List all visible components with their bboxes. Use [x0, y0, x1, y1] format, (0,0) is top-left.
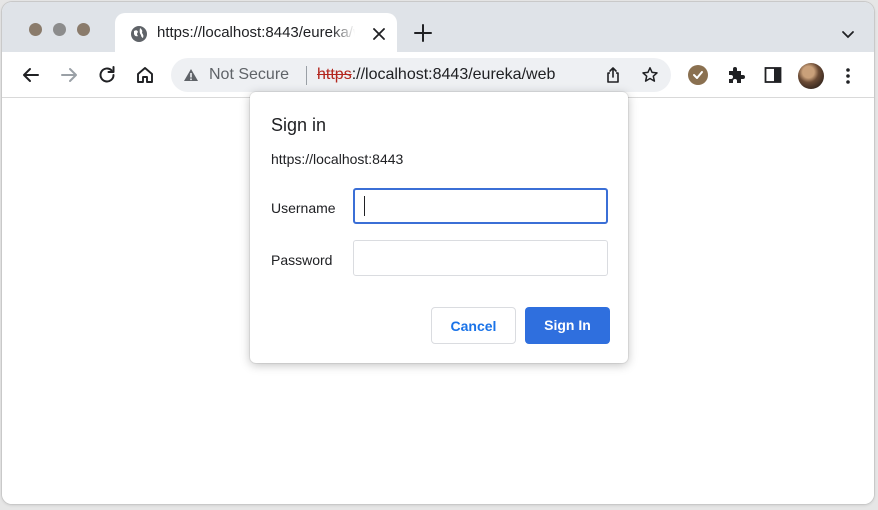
dialog-origin: https://localhost:8443	[271, 151, 404, 167]
globe-icon	[131, 26, 147, 42]
side-panel-icon[interactable]	[763, 65, 783, 85]
url-host-path: ://localhost:8443/eureka/web	[351, 66, 556, 83]
username-input[interactable]	[353, 188, 608, 224]
warning-icon[interactable]	[183, 68, 199, 82]
url-text[interactable]: https://localhost:8443/eureka/web	[317, 66, 555, 84]
dialog-title: Sign in	[271, 115, 327, 135]
tab-search-chevron-icon[interactable]	[840, 26, 856, 42]
text-caret	[364, 196, 365, 216]
username-label: Username	[271, 200, 336, 216]
close-window-button[interactable]	[29, 23, 42, 36]
cancel-button[interactable]: Cancel	[431, 307, 516, 344]
browser-tab[interactable]: https://localhost:8443/eureka/web	[115, 13, 397, 52]
tab-title: https://localhost:8443/eureka/web	[157, 24, 355, 41]
title-bar: https://localhost:8443/eureka/web	[2, 2, 874, 52]
extensions-puzzle-icon[interactable]	[725, 64, 747, 86]
extension-check-icon[interactable]	[688, 65, 708, 85]
sign-in-button[interactable]: Sign In	[525, 307, 610, 344]
minimize-window-button[interactable]	[53, 23, 66, 36]
profile-avatar[interactable]	[798, 63, 824, 89]
forward-arrow-icon[interactable]	[58, 64, 80, 86]
address-bar[interactable]: Not Secure https://localhost:8443/eureka…	[171, 58, 671, 92]
maximize-window-button[interactable]	[77, 23, 90, 36]
sign-in-dialog: Sign in https://localhost:8443 Username …	[250, 92, 628, 363]
password-input[interactable]	[353, 240, 608, 276]
password-label: Password	[271, 252, 333, 268]
more-menu-icon[interactable]	[838, 66, 858, 86]
browser-window: https://localhost:8443/eureka/web	[2, 2, 874, 504]
omnibox-divider	[306, 66, 307, 85]
share-icon[interactable]	[604, 66, 622, 84]
url-scheme: https	[317, 66, 352, 83]
reload-icon[interactable]	[96, 64, 118, 86]
not-secure-label[interactable]: Not Secure	[209, 66, 289, 84]
back-arrow-icon[interactable]	[20, 64, 42, 86]
new-tab-button[interactable]	[412, 22, 434, 44]
bookmark-star-icon[interactable]	[641, 66, 659, 84]
close-tab-icon[interactable]	[371, 26, 387, 42]
home-icon[interactable]	[134, 64, 156, 86]
